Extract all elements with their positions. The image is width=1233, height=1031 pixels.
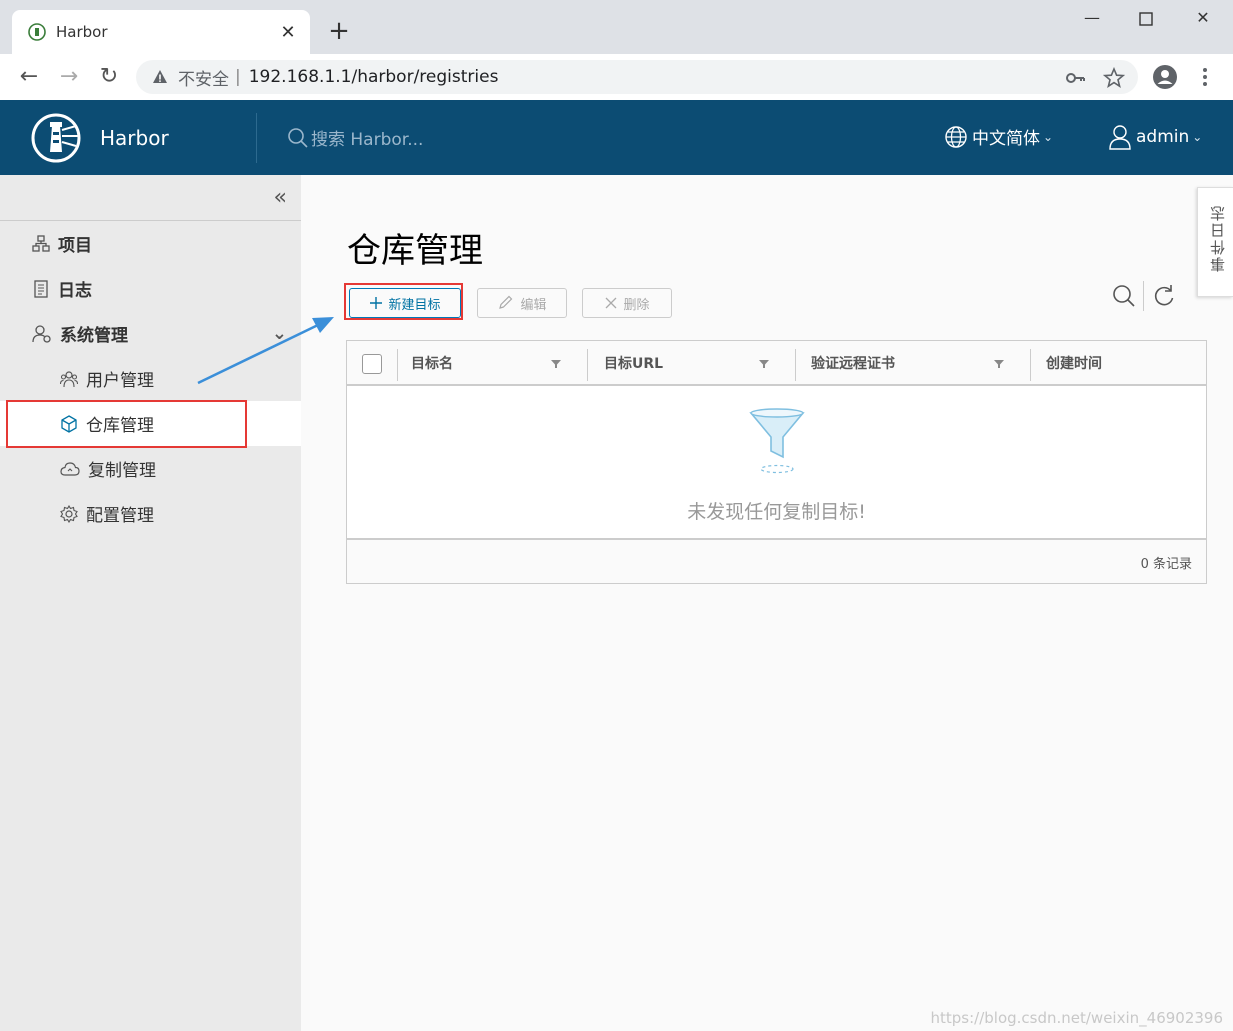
main-content: 仓库管理 新建目标 编辑 删除 事件日志 目标名 目标URL 验证远程证书 创建… — [301, 175, 1233, 1031]
record-count: 0 条记录 — [1140, 557, 1192, 572]
search-icon[interactable] — [1111, 282, 1137, 310]
registries-table: 目标名 目标URL 验证远程证书 创建时间 未发现任何复制目标! 0 条记录 — [346, 340, 1207, 584]
select-all-checkbox[interactable] — [362, 354, 382, 374]
app-header: Harbor 搜索 Harbor... 中文简体 ⌄ admin ⌄ — [0, 100, 1233, 175]
column-divider — [795, 349, 796, 381]
sidebar-item-label: 用户管理 — [86, 371, 154, 391]
profile-icon[interactable] — [1152, 64, 1178, 90]
sidebar-item-label: 配置管理 — [86, 506, 154, 526]
event-log-label: 事件日志 — [1209, 204, 1227, 272]
chevron-down-icon: ⌄ — [1192, 130, 1203, 144]
empty-funnel-icon — [749, 408, 805, 474]
highlight-box-registry — [6, 400, 247, 448]
column-divider — [397, 349, 398, 381]
browser-tab[interactable]: Harbor ✕ — [12, 10, 310, 54]
forward-icon[interactable]: → — [54, 62, 84, 92]
column-divider — [1030, 349, 1031, 381]
column-header-url[interactable]: 目标URL — [604, 341, 663, 384]
language-selector[interactable]: 中文简体 ⌄ — [944, 124, 1053, 149]
sidebar-item-label: 系统管理 — [60, 326, 128, 346]
brand-name: Harbor — [100, 125, 169, 150]
event-log-tab[interactable]: 事件日志 — [1197, 187, 1233, 297]
new-tab-button[interactable]: + — [326, 18, 352, 44]
column-header-name[interactable]: 目标名 — [411, 341, 453, 384]
harbor-favicon-icon — [28, 23, 46, 41]
edit-label: 编辑 — [520, 297, 547, 313]
refresh-icon[interactable] — [1151, 282, 1177, 310]
column-header-verify-cert[interactable]: 验证远程证书 — [811, 341, 895, 384]
reload-icon[interactable]: ↻ — [94, 62, 124, 92]
gear-icon — [60, 504, 78, 523]
header-divider — [256, 112, 257, 163]
search-placeholder: 搜索 Harbor... — [311, 130, 424, 150]
toolbar-divider — [1143, 281, 1144, 311]
brand[interactable]: Harbor — [0, 100, 256, 175]
sidebar-item-admin[interactable]: 系统管理 ⌄ — [0, 311, 301, 356]
user-icon — [1109, 125, 1131, 150]
sidebar-item-label: 复制管理 — [88, 461, 156, 481]
back-icon[interactable]: ← — [14, 62, 44, 92]
warning-icon — [153, 70, 167, 83]
address-separator: | — [235, 67, 241, 87]
sidebar-collapse: « — [0, 175, 301, 221]
pencil-icon — [499, 295, 513, 309]
tab-close-icon[interactable]: ✕ — [278, 22, 298, 43]
sidebar: « 项目 日志 系统管理 ⌄ 用户管理 仓库管理 复制管理 配置管理 — [0, 175, 301, 1031]
address-bar[interactable]: 不安全 | 192.168.1.1/harbor/registries — [136, 60, 1138, 94]
close-icon — [606, 297, 617, 309]
sidebar-item-projects[interactable]: 项目 — [0, 221, 301, 266]
filter-icon[interactable] — [993, 358, 1005, 370]
column-header-created[interactable]: 创建时间 — [1046, 341, 1102, 384]
filter-icon[interactable] — [550, 358, 562, 370]
globe-icon — [945, 125, 967, 148]
delete-button[interactable]: 删除 — [582, 288, 672, 318]
sidebar-item-label: 项目 — [58, 236, 92, 256]
insecure-label: 不安全 — [178, 69, 229, 90]
browser-toolbar: ← → ↻ 不安全 | 192.168.1.1/harbor/registrie… — [0, 54, 1233, 100]
sidebar-item-replication[interactable]: 复制管理 — [0, 446, 301, 491]
sidebar-item-label: 日志 — [58, 281, 92, 301]
language-label: 中文简体 — [972, 129, 1040, 149]
global-search[interactable]: 搜索 Harbor... — [287, 125, 423, 150]
edit-button[interactable]: 编辑 — [477, 288, 567, 318]
logs-icon — [34, 279, 48, 298]
empty-state-text: 未发现任何复制目标! — [687, 501, 866, 523]
sidebar-item-config[interactable]: 配置管理 — [0, 491, 301, 536]
table-footer: 0 条记录 — [347, 538, 1206, 583]
filter-icon[interactable] — [758, 358, 770, 370]
sidebar-item-users[interactable]: 用户管理 — [0, 356, 301, 401]
chevron-down-icon: ⌄ — [1043, 129, 1054, 144]
projects-icon — [32, 234, 50, 252]
browser-tabstrip: Harbor ✕ + — ✕ — [0, 0, 1233, 54]
maximize-icon[interactable] — [1128, 8, 1164, 32]
admin-icon — [32, 324, 51, 343]
table-header: 目标名 目标URL 验证远程证书 创建时间 — [347, 341, 1206, 386]
minimize-icon[interactable]: — — [1074, 8, 1110, 32]
tab-title: Harbor — [56, 23, 108, 41]
double-chevron-left-icon[interactable]: « — [274, 185, 287, 210]
key-icon[interactable] — [1064, 67, 1086, 89]
column-divider — [587, 349, 588, 381]
harbor-logo-icon — [31, 113, 81, 162]
menu-kebab-icon[interactable] — [1192, 64, 1218, 90]
user-menu[interactable]: admin ⌄ — [1108, 124, 1202, 150]
search-icon — [288, 127, 308, 148]
page-title: 仓库管理 — [347, 231, 483, 271]
watermark-text: https://blog.csdn.net/weixin_46902396 — [930, 1009, 1223, 1027]
delete-label: 删除 — [623, 297, 650, 313]
replication-icon — [60, 461, 80, 476]
url-text: 192.168.1.1/harbor/registries — [248, 67, 499, 87]
users-icon — [60, 370, 78, 387]
highlight-box-new-button — [344, 283, 463, 320]
sidebar-item-logs[interactable]: 日志 — [0, 266, 301, 311]
username: admin — [1136, 127, 1190, 147]
chevron-down-icon: ⌄ — [271, 323, 287, 344]
close-window-icon[interactable]: ✕ — [1185, 8, 1221, 32]
bookmark-star-icon[interactable] — [1103, 67, 1125, 89]
